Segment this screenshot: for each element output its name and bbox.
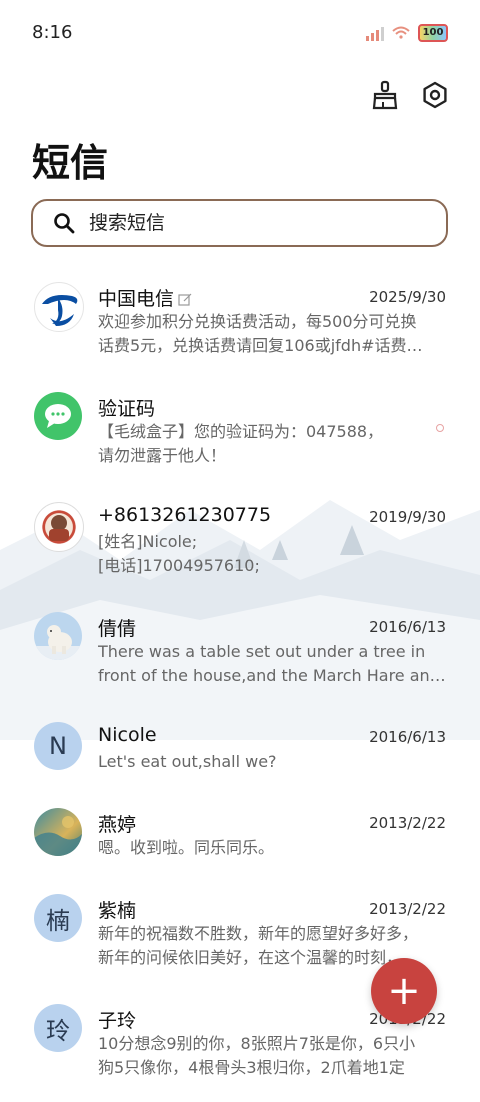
message-preview: 10分想念9别的你，8张照片7张是你，6只小 狗5只像你，4根骨头3根归你，2爪… bbox=[98, 1032, 446, 1080]
message-bubble-icon bbox=[45, 404, 71, 428]
contact-name: +8613261230775 bbox=[98, 504, 272, 526]
avatar: 楠 bbox=[34, 894, 82, 942]
search-icon bbox=[54, 213, 75, 234]
message-date: 2016/6/13 bbox=[369, 618, 446, 636]
gear-icon bbox=[423, 81, 447, 109]
signal-icon bbox=[366, 25, 384, 41]
contact-name: 验证码 bbox=[98, 398, 156, 420]
page-title: 短信 bbox=[32, 141, 109, 185]
battery-icon: 100 bbox=[418, 24, 448, 42]
contact-name: 子玲 bbox=[98, 1010, 137, 1032]
contact-name: 倩倩 bbox=[98, 618, 137, 640]
conversation-row[interactable]: 验证码 【毛绒盒子】您的验证码为：047588， 请勿泄露于他人！ bbox=[0, 380, 480, 490]
preview-line: 新年的祝福数不胜数，新年的愿望好多好多， bbox=[98, 924, 419, 943]
polar-bear-photo bbox=[34, 625, 82, 660]
conversation-row[interactable]: N Nicole 2016/6/13 Let's eat out,shall w… bbox=[0, 710, 480, 796]
contact-name: Nicole bbox=[98, 724, 157, 746]
preview-line: 狗5只像你，4根骨头3根归你，2爪着地1定 bbox=[98, 1058, 405, 1077]
search-input[interactable] bbox=[87, 211, 421, 235]
preview-line: 话费5元，兑换话费请回复106或jfdh#话费… bbox=[98, 336, 423, 355]
preview-line: 嗯。收到啦。同乐同乐。 bbox=[98, 838, 275, 857]
avatar bbox=[34, 808, 82, 856]
preview-line: 【毛绒盒子】您的验证码为：047588， bbox=[98, 422, 384, 441]
message-preview: 欢迎参加积分兑换话费活动，每500分可兑换 话费5元，兑换话费请回复106或jf… bbox=[98, 310, 446, 358]
message-date: 2025/9/30 bbox=[369, 288, 446, 306]
message-preview: [姓名]Nicole; [电话]17004957610; bbox=[98, 530, 446, 578]
contact-name: 燕婷 bbox=[98, 814, 137, 836]
clean-button[interactable] bbox=[368, 78, 402, 112]
status-icons: 100 bbox=[366, 24, 448, 42]
preview-line: front of the house,and the March Hare an… bbox=[98, 666, 446, 685]
china-telecom-logo bbox=[42, 295, 78, 326]
preview-line: 10分想念9别的你，8张照片7张是你，6只小 bbox=[98, 1034, 416, 1053]
search-bar[interactable] bbox=[31, 199, 448, 247]
message-date: 2016/6/13 bbox=[369, 728, 446, 746]
preview-line: There was a table set out under a tree i… bbox=[98, 642, 426, 661]
message-date: 2019/9/30 bbox=[369, 508, 446, 526]
avatar bbox=[34, 282, 84, 332]
avatar bbox=[34, 502, 84, 552]
conversation-row[interactable]: 中国电信 2025/9/30 欢迎参加积分兑换话费活动，每500分可兑换 话费5… bbox=[0, 270, 480, 380]
message-date: 2013/2/22 bbox=[369, 900, 446, 918]
top-actions bbox=[368, 78, 452, 112]
contact-name: 中国电信 bbox=[98, 284, 192, 311]
contact-photo bbox=[49, 515, 69, 541]
message-preview: Let's eat out,shall we? bbox=[98, 750, 446, 774]
landscape-photo bbox=[34, 816, 82, 856]
contact-name: 紫楠 bbox=[98, 900, 137, 922]
status-time: 8:16 bbox=[32, 22, 73, 43]
preview-line: 请勿泄露于他人！ bbox=[98, 446, 227, 465]
edit-icon bbox=[178, 293, 192, 306]
new-message-button[interactable]: + bbox=[371, 958, 437, 1024]
broom-icon bbox=[372, 80, 398, 110]
status-bar: 8:16 100 bbox=[0, 0, 480, 64]
avatar: 玲 bbox=[34, 1004, 82, 1052]
avatar bbox=[34, 612, 82, 660]
preview-line: 欢迎参加积分兑换话费活动，每500分可兑换 bbox=[98, 312, 417, 331]
avatar bbox=[34, 392, 82, 440]
preview-line: [姓名]Nicole; bbox=[98, 532, 198, 551]
message-preview: There was a table set out under a tree i… bbox=[98, 640, 446, 688]
message-date: 2013/2/22 bbox=[369, 814, 446, 832]
preview-line: Let's eat out,shall we? bbox=[98, 752, 277, 771]
wifi-icon bbox=[392, 26, 410, 39]
conversation-row[interactable]: 燕婷 2013/2/22 嗯。收到啦。同乐同乐。 bbox=[0, 796, 480, 882]
message-preview: 【毛绒盒子】您的验证码为：047588， 请勿泄露于他人！ bbox=[98, 420, 446, 468]
conversation-row[interactable]: +8613261230775 2019/9/30 [姓名]Nicole; [电话… bbox=[0, 490, 480, 600]
preview-line: [电话]17004957610; bbox=[98, 556, 260, 575]
avatar: N bbox=[34, 722, 82, 770]
conversation-row[interactable]: 倩倩 2016/6/13 There was a table set out u… bbox=[0, 600, 480, 710]
message-preview: 嗯。收到啦。同乐同乐。 bbox=[98, 836, 446, 860]
settings-button[interactable] bbox=[418, 78, 452, 112]
